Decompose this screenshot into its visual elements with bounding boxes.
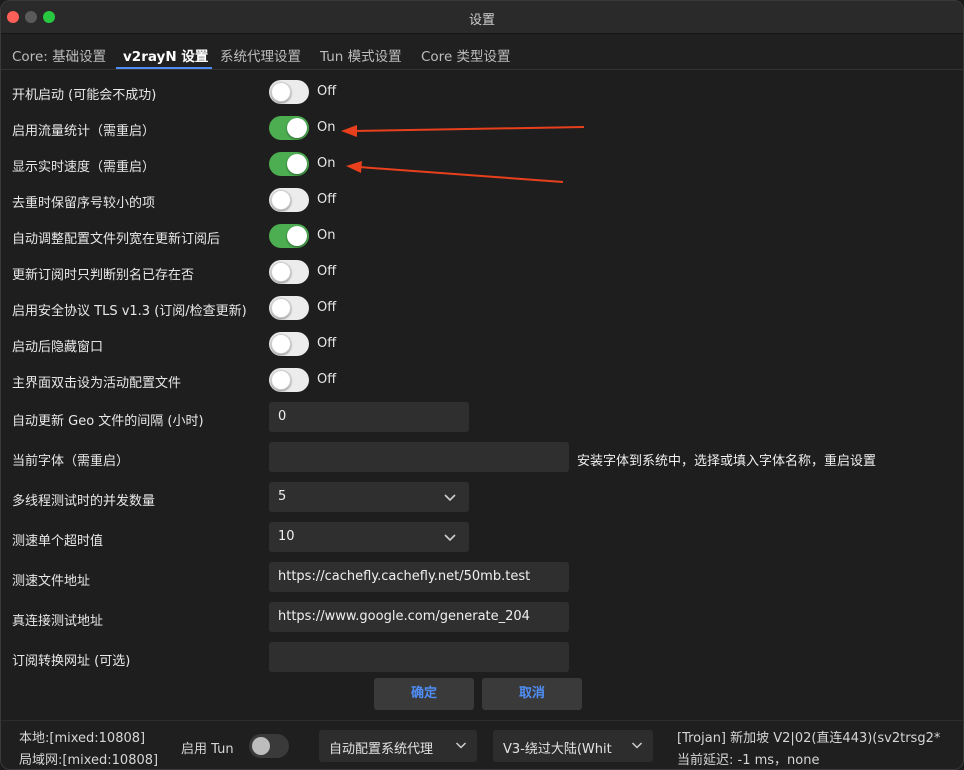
toggle-knob [271,190,291,210]
sub-alias-check-state: Off [317,264,337,279]
geo-interval-label: 自动更新 Geo 文件的间隔 (小时) [12,414,204,429]
dedup-keep-smaller-label: 去重时保留序号较小的项 [12,196,156,211]
system-proxy-mode-value: 自动配置系统代理 [329,742,434,757]
timeout-label: 测速单个超时值 [12,534,104,549]
font-hint: 安装字体到系统中，选择或填入字体名称，重启设置 [577,454,877,469]
chevron-down-icon [631,742,643,749]
concurrency-select[interactable]: 5 [269,482,469,512]
auto-column-width-label: 自动调整配置文件列宽在更新订阅后 [12,232,221,247]
routing-select[interactable]: V3-绕过大陆(Whit [493,730,653,762]
tab-core-basic[interactable]: Core: 基础设置 [12,45,106,65]
annotation-arrow [341,125,585,137]
dedup-keep-smaller-state: Off [317,192,337,207]
real-ping-url-input[interactable]: https://www.google.com/generate_204 [269,602,569,632]
timeout-select[interactable]: 10 [269,522,469,552]
realtime-speed-label: 显示实时速度（需重启） [12,160,156,175]
sub-alias-check-label: 更新订阅时只判断别名已存在否 [12,268,195,283]
traffic-stats-toggle[interactable] [269,116,309,140]
toggle-knob [287,118,307,138]
tab-system-proxy[interactable]: 系统代理设置 [220,45,301,65]
double-click-active-state: Off [317,372,337,387]
double-click-active-label: 主界面双击设为活动配置文件 [12,376,182,391]
tun-label: 启用 Tun [181,742,234,757]
toggle-knob [271,334,291,354]
realtime-speed-state: On [317,156,336,171]
toggle-knob [271,298,291,318]
auto-column-width-state: On [317,228,336,243]
tun-toggle[interactable] [249,734,289,758]
toggle-knob [287,226,307,246]
chevron-down-icon [455,742,467,749]
tab-core-type[interactable]: Core 类型设置 [421,45,511,65]
autostart-toggle[interactable] [269,80,309,104]
chevron-down-icon [444,494,456,502]
tls13-toggle[interactable] [269,296,309,320]
settings-window: 设置 Core: 基础设置 v2rayN 设置 系统代理设置 Tun 模式设置 … [0,0,964,770]
sub-convert-url-label: 订阅转换网址 (可选) [12,654,131,669]
system-proxy-mode-select[interactable]: 自动配置系统代理 [319,730,477,762]
status-bar: 本地:[mixed:10808] 局域网:[mixed:10808] 启用 Tu… [1,720,963,769]
current-font-input[interactable] [269,442,569,472]
chevron-down-icon [444,534,456,542]
geo-interval-input[interactable]: 0 [269,402,469,432]
sub-convert-url-input[interactable] [269,642,569,672]
hide-on-start-state: Off [317,336,337,351]
dedup-keep-smaller-toggle[interactable] [269,188,309,212]
toggle-knob [271,370,291,390]
realtime-speed-toggle[interactable] [269,152,309,176]
active-tab-indicator [116,67,212,69]
tls13-state: Off [317,300,337,315]
current-server-info: [Trojan] 新加坡 V2|02(直连443)(sv2trsg2* [677,731,941,746]
hide-on-start-label: 启动后隐藏窗口 [12,340,104,355]
concurrency-label: 多线程测试时的并发数量 [12,494,156,509]
annotation-arrow [346,161,564,183]
toggle-knob [287,154,307,174]
speed-url-label: 测速文件地址 [12,574,91,589]
double-click-active-toggle[interactable] [269,368,309,392]
tab-tun-mode[interactable]: Tun 模式设置 [320,45,402,65]
lan-port-info: 局域网:[mixed:10808] [19,753,159,768]
hide-on-start-toggle[interactable] [269,332,309,356]
toggle-knob [271,262,291,282]
local-port-info: 本地:[mixed:10808] [19,731,146,746]
tab-bar: Core: 基础设置 v2rayN 设置 系统代理设置 Tun 模式设置 Cor… [1,34,963,70]
cancel-button[interactable]: 取消 [482,678,582,710]
sub-alias-check-toggle[interactable] [269,260,309,284]
timeout-value: 10 [278,529,295,544]
real-ping-url-label: 真连接测试地址 [12,614,104,629]
traffic-stats-state: On [317,120,336,135]
autostart-label: 开机启动 (可能会不成功) [12,88,157,103]
ok-button[interactable]: 确定 [374,678,474,710]
current-font-label: 当前字体（需重启） [12,454,130,469]
title-bar: 设置 [1,1,963,34]
concurrency-value: 5 [278,489,287,504]
autostart-state: Off [317,84,337,99]
speed-url-input[interactable]: https://cachefly.cachefly.net/50mb.test [269,562,569,592]
toggle-knob [271,82,291,102]
current-latency-info: 当前延迟: -1 ms，none [677,753,820,768]
routing-value: V3-绕过大陆(Whit [503,742,612,757]
toggle-knob [252,737,270,755]
auto-column-width-toggle[interactable] [269,224,309,248]
traffic-stats-label: 启用流量统计（需重启） [12,124,156,139]
tls13-label: 启用安全协议 TLS v1.3 (订阅/检查更新) [12,304,247,319]
window-title: 设置 [468,13,495,28]
tab-v2rayn-settings[interactable]: v2rayN 设置 [123,45,208,65]
